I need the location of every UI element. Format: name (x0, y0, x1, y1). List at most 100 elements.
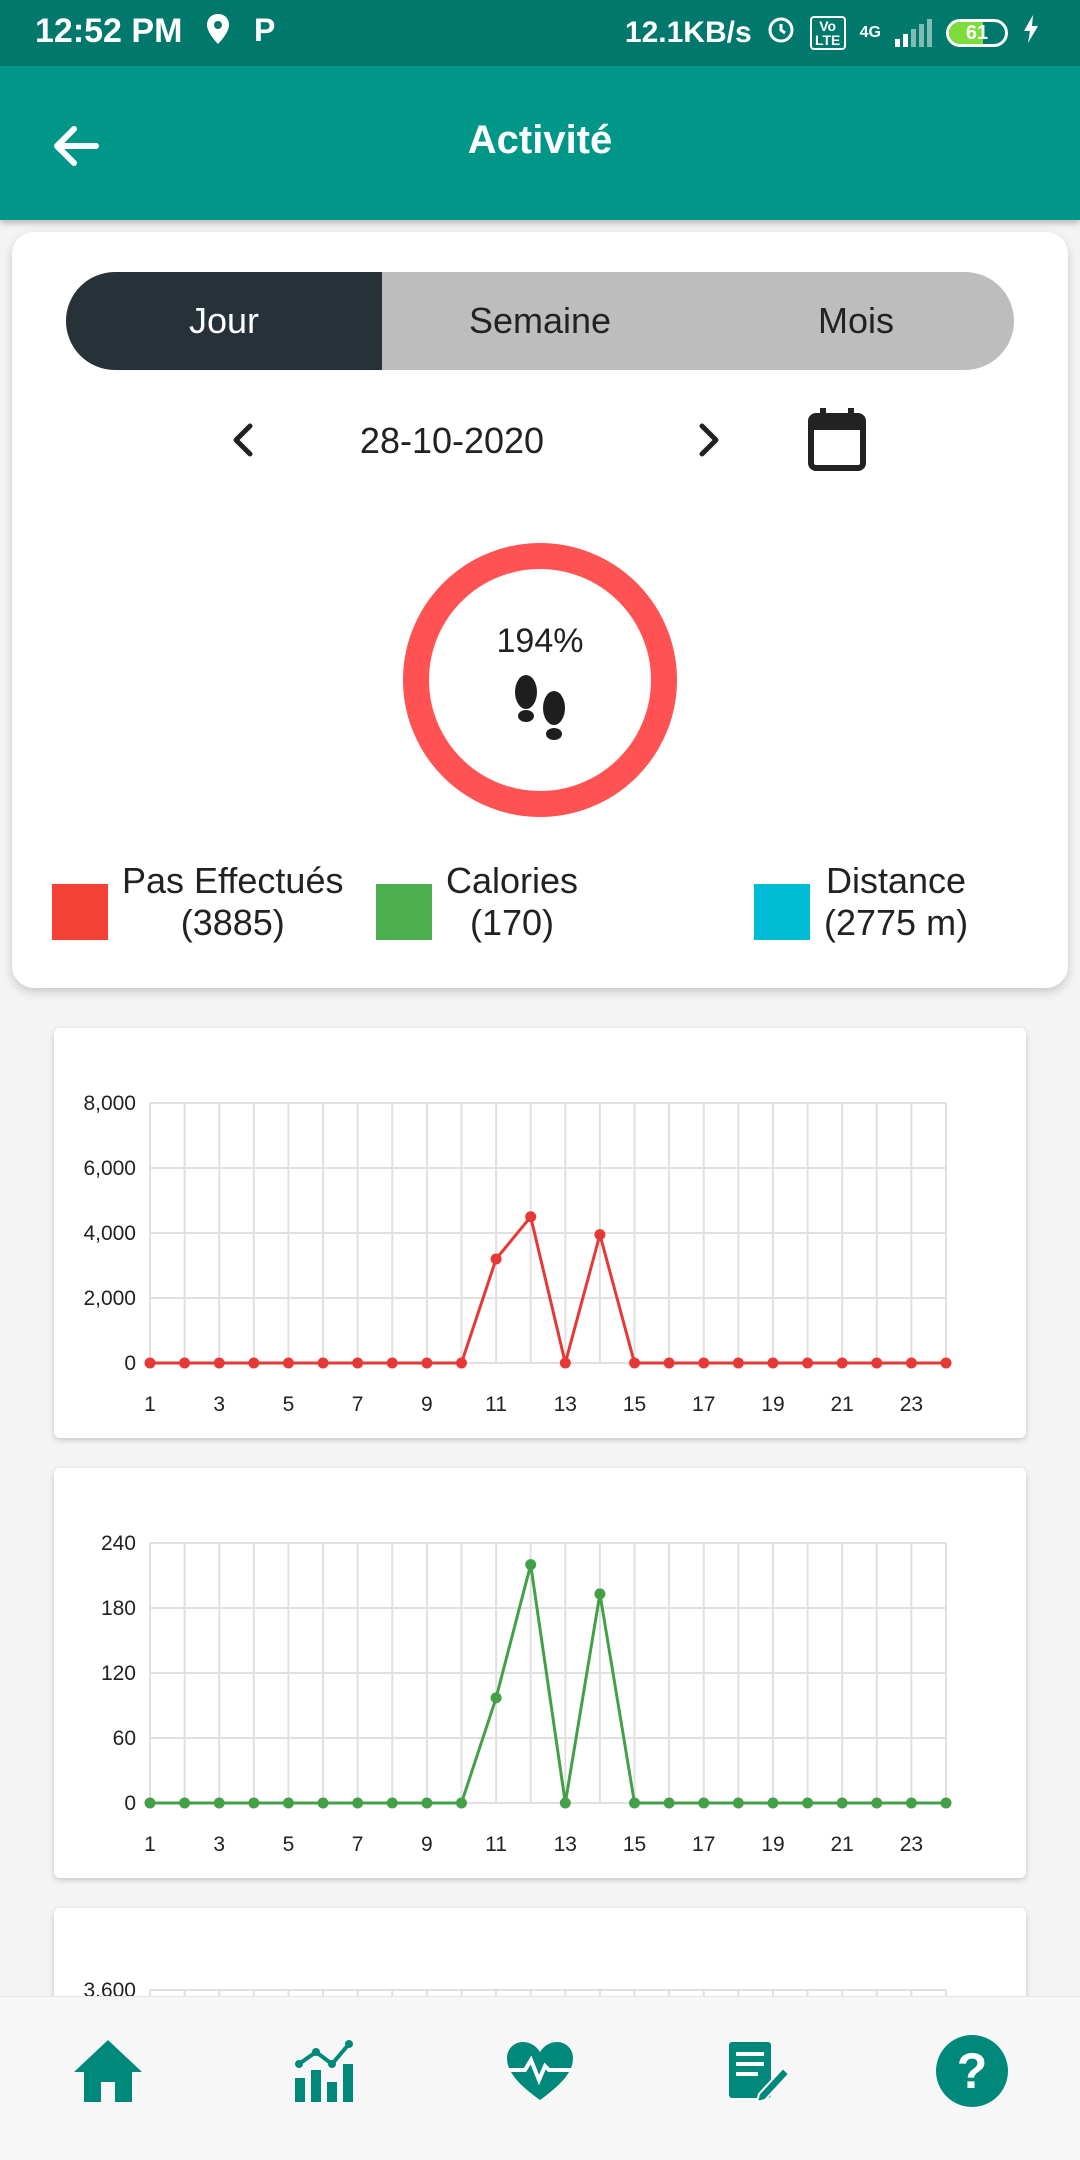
steps-data-point (248, 1357, 260, 1369)
steps-xtick-label: 21 (830, 1393, 853, 1416)
steps-ytick-label: 2,000 (83, 1287, 136, 1310)
steps-data-point (698, 1357, 710, 1369)
calories-xtick-label: 3 (213, 1833, 225, 1856)
steps-data-point (455, 1357, 467, 1369)
legend-distance-label: Distance (826, 860, 967, 901)
legend-steps-label: Pas Effectués (122, 860, 344, 901)
legend-distance-value: (2775 m) (824, 902, 969, 943)
calories-data-point (802, 1797, 814, 1809)
volte-icon: Vo LTE (809, 16, 846, 50)
calories-xtick-label: 1 (144, 1833, 156, 1856)
progress-percent: 194% (496, 622, 584, 660)
previous-date-button[interactable] (224, 418, 264, 462)
calories-data-point (594, 1588, 606, 1600)
app-bar: Activité (0, 66, 1080, 220)
nav-home[interactable] (58, 2021, 158, 2121)
calories-xtick-label: 7 (352, 1833, 364, 1856)
calories-data-point (421, 1797, 433, 1809)
steps-ytick-label: 4,000 (83, 1222, 136, 1245)
steps-progress-ring: 194% (402, 542, 678, 818)
steps-data-point (767, 1357, 779, 1369)
help-icon: ? (936, 2035, 1008, 2107)
location-icon (204, 12, 232, 54)
calories-chart-card: 0 60 120 180 240 1 3 5 7 9 11 13 15 17 19 21 23 (54, 1468, 1026, 1878)
steps-xtick-label: 3 (213, 1393, 225, 1416)
calories-chart-svg: 0601201802401 3 5 7 9 11 13 15 17 19 21 23 (101, 1532, 952, 1856)
steps-data-point (386, 1357, 398, 1369)
steps-ytick-label: 6,000 (83, 1157, 136, 1180)
calories-data-point (455, 1797, 467, 1809)
tab-jour[interactable]: Jour (66, 272, 382, 370)
calories-data-point (871, 1797, 883, 1809)
footsteps-icon (515, 675, 565, 740)
tab-mois[interactable]: Mois (698, 272, 1014, 370)
svg-text:?: ? (957, 2043, 988, 2099)
activity-summary-card: Jour Semaine Mois 28-10-2020 194% Pas Ef… (12, 232, 1068, 988)
notes-edit-icon (729, 2042, 789, 2104)
steps-data-point (871, 1357, 883, 1369)
chevron-left-icon (233, 423, 253, 457)
calories-data-point (629, 1797, 641, 1809)
calories-ytick-label: 120 (101, 1662, 136, 1685)
steps-data-point (802, 1357, 814, 1369)
date-navigator: 28-10-2020 (12, 402, 1068, 482)
network-speed: 12.1KB/s (624, 16, 752, 49)
steps-data-point (282, 1357, 294, 1369)
legend-swatch-calories (376, 884, 432, 940)
steps-xtick-label: 17 (692, 1393, 715, 1416)
nav-notes[interactable] (706, 2021, 806, 2121)
calories-xtick-label: 23 (900, 1833, 923, 1856)
calories-data-point (317, 1797, 329, 1809)
nav-help[interactable]: ? (922, 2021, 1022, 2121)
period-selector: Jour Semaine Mois (66, 272, 1014, 370)
calories-data-point (836, 1797, 848, 1809)
calories-xtick-label: 9 (421, 1833, 433, 1856)
nav-health[interactable] (490, 2021, 590, 2121)
steps-ytick-label: 8,000 (83, 1092, 136, 1115)
calories-ytick-label: 240 (101, 1532, 136, 1555)
steps-data-point (629, 1357, 641, 1369)
steps-data-point (213, 1357, 225, 1369)
legend-swatch-distance (754, 884, 810, 940)
steps-xtick-label: 11 (485, 1393, 507, 1416)
calories-xtick-label: 19 (761, 1833, 784, 1856)
calories-data-point (940, 1797, 952, 1809)
calories-data-point (490, 1692, 502, 1704)
next-date-button[interactable] (688, 418, 728, 462)
signal-icon (895, 19, 932, 47)
calories-data-point (144, 1797, 156, 1809)
steps-data-point (352, 1357, 364, 1369)
calendar-button[interactable] (806, 406, 868, 472)
chevron-right-icon (699, 423, 719, 457)
tab-semaine[interactable]: Semaine (382, 272, 698, 370)
bottom-navigation: ? (0, 1996, 1080, 2160)
stats-chart-icon (295, 2040, 353, 2102)
calories-data-point (559, 1797, 571, 1809)
calories-data-point (352, 1797, 364, 1809)
calories-data-point (282, 1797, 294, 1809)
calories-data-point (767, 1797, 779, 1809)
steps-series-line (150, 1213, 946, 1365)
steps-chart-card: 0 2,000 4,000 6,000 8,000 1 3 5 7 9 11 13 15 17 19 21 23 (54, 1028, 1026, 1438)
home-icon (74, 2040, 142, 2102)
legend-calories-value: (170) (470, 902, 555, 943)
calories-xtick-label: 21 (830, 1833, 853, 1856)
steps-data-point (732, 1357, 744, 1369)
status-bar: 12:52 PM P 12.1KB/s Vo LTE 4G 61 (0, 0, 1080, 66)
alarm-icon (766, 14, 796, 52)
status-time: 12:52 PM (35, 12, 183, 50)
battery-icon: 61 (946, 19, 1008, 47)
steps-data-point (594, 1229, 606, 1241)
calories-data-point (386, 1797, 398, 1809)
calories-xtick-label: 15 (623, 1833, 646, 1856)
calories-xtick-label: 11 (485, 1833, 507, 1856)
steps-xtick-label: 9 (421, 1393, 433, 1416)
steps-xtick-label: 5 (283, 1393, 295, 1416)
steps-data-point (317, 1357, 329, 1369)
network-type: 4G (859, 24, 881, 41)
nav-stats[interactable] (274, 2021, 374, 2121)
steps-data-point (836, 1357, 848, 1369)
calories-xtick-label: 5 (283, 1833, 295, 1856)
calories-xtick-label: 17 (692, 1833, 715, 1856)
heart-pulse-icon (507, 2042, 573, 2100)
